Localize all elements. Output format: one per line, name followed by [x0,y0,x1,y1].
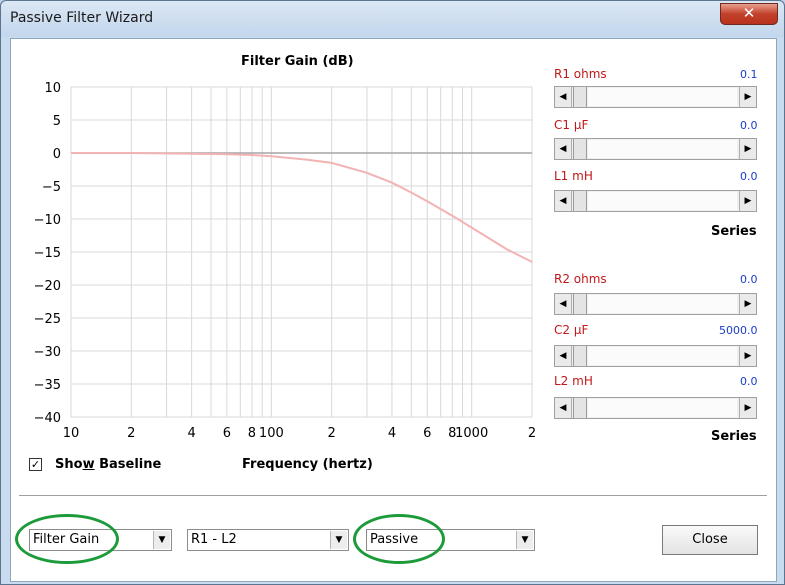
l1-value: 0.0 [740,170,758,183]
x-tick-label: 6 [223,426,231,439]
filter-kind-select[interactable]: Passive ▼ [366,529,535,551]
series-1-mode-label: Series [711,224,757,239]
l2-slider-thumb[interactable] [573,398,587,418]
x-tick-label: 8 [248,426,256,439]
l2-slider-left-icon[interactable]: ◀ [555,398,572,418]
y-tick-label: −35 [34,378,61,393]
x-tick-label: 4 [388,426,396,439]
chevron-down-icon[interactable]: ▼ [516,531,533,549]
c1-slider[interactable]: ◀ ▶ [554,138,757,160]
c1-value: 0.0 [740,119,758,132]
l2-slider[interactable]: ◀ ▶ [554,397,757,419]
x-tick-label: 10 [63,426,80,439]
x-tick-label: 2 [127,426,135,439]
filter-kind-value: Passive [370,532,419,547]
l2-value: 0.0 [740,375,758,388]
x-tick-label: 100 [259,426,284,439]
c1-slider-thumb[interactable] [573,139,587,159]
r2-slider[interactable]: ◀ ▶ [554,293,757,315]
y-tick-label: −15 [34,246,61,261]
x-tick-label: 6 [423,426,431,439]
y-tick-label: −40 [34,411,61,426]
r1-slider-right-icon[interactable]: ▶ [739,87,756,107]
c2-value: 5000.0 [719,324,758,337]
topology-select[interactable]: R1 - L2 ▼ [187,529,349,551]
x-tick-label: 2 [328,426,336,439]
l2-slider-right-icon[interactable]: ▶ [739,398,756,418]
chevron-down-icon[interactable]: ▼ [153,531,170,549]
l1-slider-thumb[interactable] [573,191,587,211]
y-tick-label: −25 [34,312,61,327]
l1-slider[interactable]: ◀ ▶ [554,190,757,212]
x-tick-label: 2 [528,426,536,439]
show-baseline-label: Show Baseline [55,457,162,472]
title-bar[interactable]: Passive Filter Wizard ✕ [1,1,784,37]
c2-slider-right-icon[interactable]: ▶ [739,346,756,366]
l2-label: L2 mH [554,374,593,388]
x-axis-label: Frequency (hertz) [242,457,373,472]
series-2-mode-label: Series [711,429,757,444]
r2-slider-thumb[interactable] [573,294,587,314]
show-baseline-checkbox[interactable]: ✓ [29,458,42,471]
r1-slider[interactable]: ◀ ▶ [554,86,757,108]
y-tick-label: 10 [44,81,61,96]
window-title: Passive Filter Wizard [10,10,154,26]
c1-slider-right-icon[interactable]: ▶ [739,139,756,159]
x-tick-label: 1000 [455,426,488,439]
y-tick-label: 5 [53,114,61,129]
dialog-window: Passive Filter Wizard ✕ Filter Gain (dB)… [0,0,785,585]
close-button[interactable]: Close [662,525,758,555]
plot-type-select[interactable]: Filter Gain ▼ [29,529,172,551]
x-tick-label: 4 [187,426,195,439]
y-tick-label: 0 [53,147,61,162]
window-close-button[interactable]: ✕ [720,3,778,25]
y-tick-label: −10 [34,213,61,228]
separator [19,495,767,496]
r2-value: 0.0 [740,273,758,286]
r2-label: R2 ohms [554,272,607,286]
l1-label: L1 mH [554,169,593,183]
c2-slider-thumb[interactable] [573,346,587,366]
r1-label: R1 ohms [554,67,607,81]
c2-slider-left-icon[interactable]: ◀ [555,346,572,366]
r2-slider-left-icon[interactable]: ◀ [555,294,572,314]
checkmark-icon: ✓ [30,458,41,471]
l1-slider-left-icon[interactable]: ◀ [555,191,572,211]
r1-slider-thumb[interactable] [573,87,587,107]
plot-type-value: Filter Gain [33,532,100,547]
c2-label: C2 µF [554,323,589,337]
c2-slider[interactable]: ◀ ▶ [554,345,757,367]
chevron-down-icon[interactable]: ▼ [330,531,347,549]
dialog-client-area: Filter Gain (dB) 10 5 0 −5 −10 −15 −20 −25 −30 −3… [10,38,777,582]
c1-slider-left-icon[interactable]: ◀ [555,139,572,159]
r2-slider-right-icon[interactable]: ▶ [739,294,756,314]
c1-label: C1 µF [554,118,589,132]
y-tick-label: −20 [34,279,61,294]
r1-value: 0.1 [740,68,758,81]
y-tick-label: −30 [34,345,61,360]
l1-slider-right-icon[interactable]: ▶ [739,191,756,211]
y-tick-label: −5 [42,180,61,195]
topology-value: R1 - L2 [191,532,237,547]
r1-slider-left-icon[interactable]: ◀ [555,87,572,107]
